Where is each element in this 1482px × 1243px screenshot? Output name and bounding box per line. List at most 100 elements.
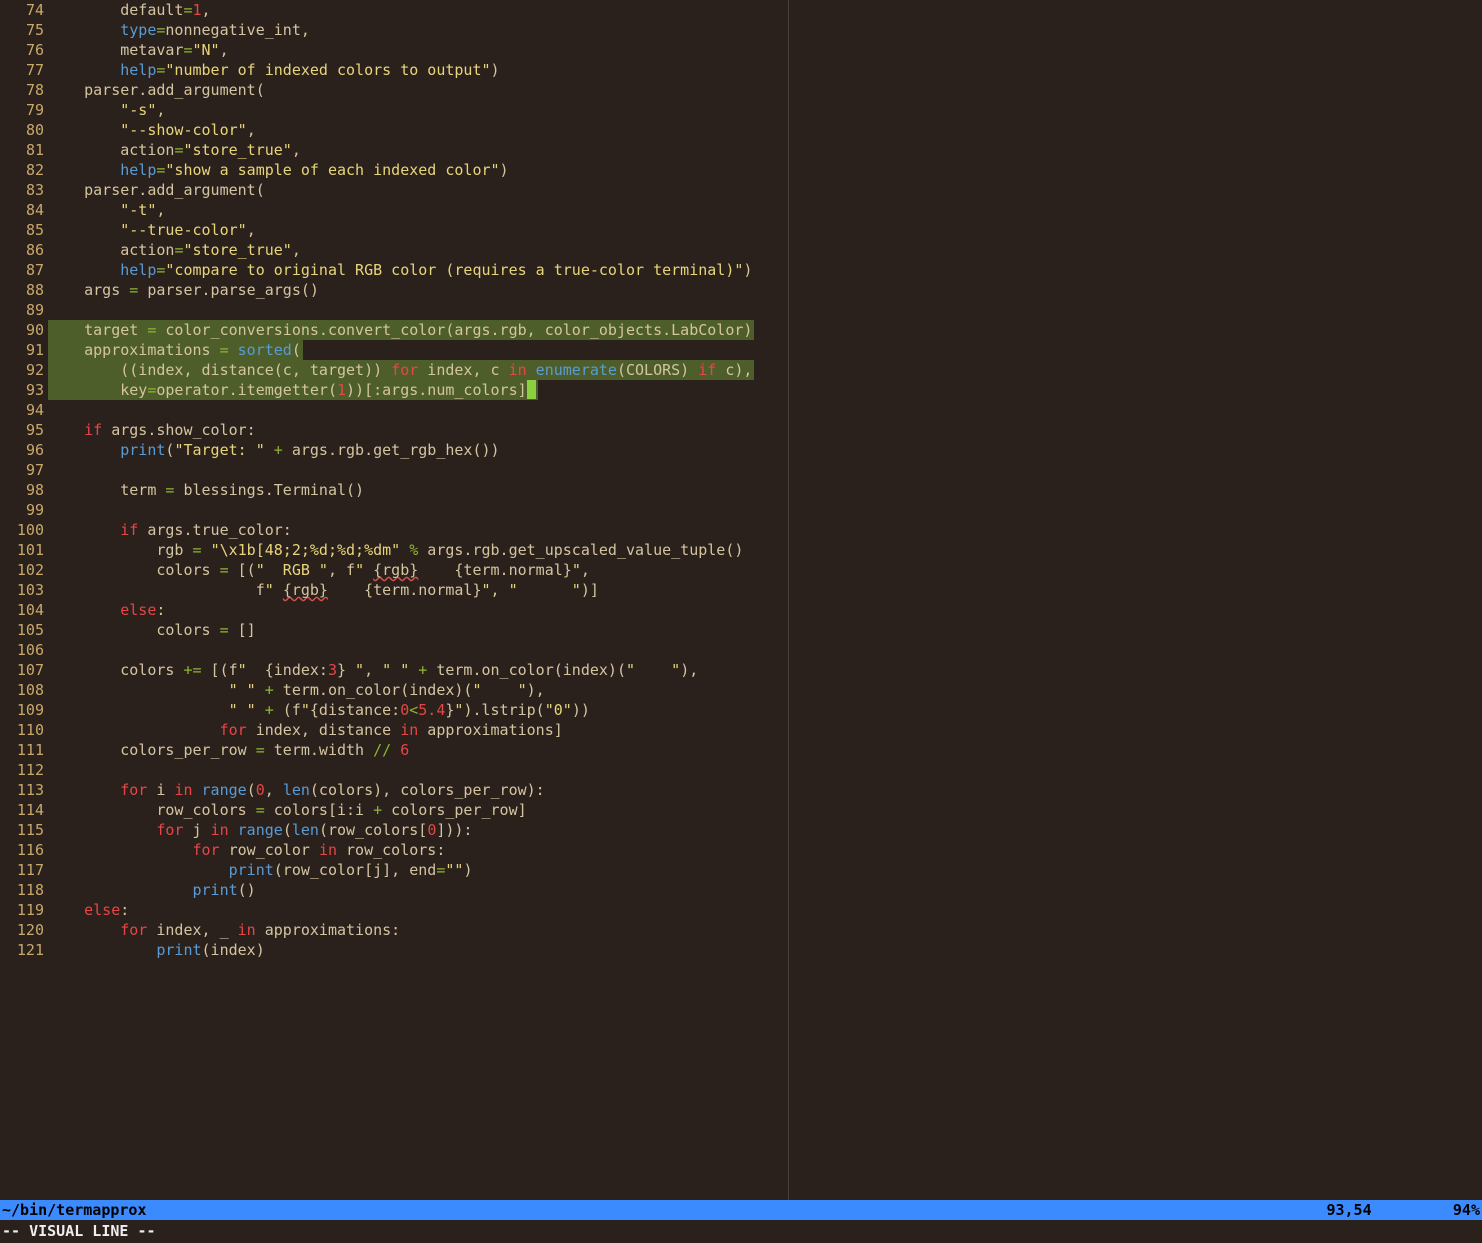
code-line[interactable]: print(row_color[j], end="") [48, 860, 1482, 880]
code-line[interactable]: " " + term.on_color(index)(" "), [48, 680, 1482, 700]
code-line[interactable]: for i in range(0, len(colors), colors_pe… [48, 780, 1482, 800]
code-line[interactable]: "-t", [48, 200, 1482, 220]
line-number: 90 [0, 320, 44, 340]
code-line[interactable]: parser.add_argument( [48, 80, 1482, 100]
line-number: 119 [0, 900, 44, 920]
code-line[interactable]: approximations = sorted( [48, 340, 1482, 360]
code-line[interactable]: colors = [] [48, 620, 1482, 640]
line-number: 95 [0, 420, 44, 440]
code-line[interactable]: colors = [(" RGB ", f" {rgb} {term.norma… [48, 560, 1482, 580]
line-number: 121 [0, 940, 44, 960]
line-number: 100 [0, 520, 44, 540]
line-number: 98 [0, 480, 44, 500]
line-number: 75 [0, 20, 44, 40]
status-file: ~/bin/termapprox [2, 1200, 1326, 1220]
code-line[interactable]: if args.true_color: [48, 520, 1482, 540]
code-line[interactable]: term = blessings.Terminal() [48, 480, 1482, 500]
line-number: 80 [0, 120, 44, 140]
line-number: 85 [0, 220, 44, 240]
line-number: 87 [0, 260, 44, 280]
line-number: 77 [0, 60, 44, 80]
vertical-split-bar[interactable] [788, 0, 789, 1200]
line-number: 118 [0, 880, 44, 900]
code-line[interactable]: type=nonnegative_int, [48, 20, 1482, 40]
line-number: 94 [0, 400, 44, 420]
code-line[interactable]: for index, _ in approximations: [48, 920, 1482, 940]
code-line[interactable]: " " + (f"{distance:0<5.4}").lstrip("0")) [48, 700, 1482, 720]
code-line[interactable]: colors += [(f" {index:3} ", " " + term.o… [48, 660, 1482, 680]
code-line[interactable]: args = parser.parse_args() [48, 280, 1482, 300]
code-line[interactable]: colors_per_row = term.width // 6 [48, 740, 1482, 760]
line-number: 111 [0, 740, 44, 760]
line-number: 74 [0, 0, 44, 20]
line-number: 109 [0, 700, 44, 720]
code-line[interactable] [48, 500, 1482, 520]
line-number: 78 [0, 80, 44, 100]
mode-indicator: -- VISUAL LINE -- [2, 1221, 156, 1241]
line-number: 103 [0, 580, 44, 600]
code-line[interactable]: key=operator.itemgetter(1))[:args.num_co… [48, 380, 1482, 400]
code-area[interactable]: default=1, type=nonnegative_int, metavar… [48, 0, 1482, 1200]
code-line[interactable]: help="compare to original RGB color (req… [48, 260, 1482, 280]
code-line[interactable]: ((index, distance(c, target)) for index,… [48, 360, 1482, 380]
line-number: 89 [0, 300, 44, 320]
code-line[interactable]: print() [48, 880, 1482, 900]
code-line[interactable] [48, 460, 1482, 480]
code-line[interactable]: parser.add_argument( [48, 180, 1482, 200]
line-number: 104 [0, 600, 44, 620]
line-number: 102 [0, 560, 44, 580]
code-line[interactable]: metavar="N", [48, 40, 1482, 60]
code-line[interactable]: "--true-color", [48, 220, 1482, 240]
line-number: 92 [0, 360, 44, 380]
line-number: 120 [0, 920, 44, 940]
line-number: 112 [0, 760, 44, 780]
line-number: 101 [0, 540, 44, 560]
cursor [527, 380, 536, 399]
code-line[interactable]: action="store_true", [48, 240, 1482, 260]
code-line[interactable]: row_colors = colors[i:i + colors_per_row… [48, 800, 1482, 820]
code-line[interactable]: f" {rgb} {term.normal}", " ")] [48, 580, 1482, 600]
code-line[interactable]: if args.show_color: [48, 420, 1482, 440]
line-number: 99 [0, 500, 44, 520]
status-percent: 94% [1453, 1200, 1480, 1220]
line-number: 84 [0, 200, 44, 220]
line-number: 91 [0, 340, 44, 360]
line-number: 108 [0, 680, 44, 700]
code-line[interactable]: print("Target: " + args.rgb.get_rgb_hex(… [48, 440, 1482, 460]
code-line[interactable]: help="number of indexed colors to output… [48, 60, 1482, 80]
line-number: 114 [0, 800, 44, 820]
code-line[interactable] [48, 760, 1482, 780]
code-line[interactable] [48, 300, 1482, 320]
code-line[interactable]: for index, distance in approximations] [48, 720, 1482, 740]
line-number: 116 [0, 840, 44, 860]
line-number: 83 [0, 180, 44, 200]
code-line[interactable]: else: [48, 600, 1482, 620]
line-number: 86 [0, 240, 44, 260]
line-number: 82 [0, 160, 44, 180]
code-line[interactable]: "-s", [48, 100, 1482, 120]
editor-pane[interactable]: 7475767778798081828384858687888990919293… [0, 0, 1482, 1200]
line-gutter: 7475767778798081828384858687888990919293… [0, 0, 48, 1200]
status-spacer [1372, 1200, 1453, 1220]
code-line[interactable]: rgb = "\x1b[48;2;%d;%d;%dm" % args.rgb.g… [48, 540, 1482, 560]
code-line[interactable]: for j in range(len(row_colors[0])): [48, 820, 1482, 840]
code-line[interactable]: action="store_true", [48, 140, 1482, 160]
code-line[interactable]: else: [48, 900, 1482, 920]
code-line[interactable] [48, 640, 1482, 660]
line-number: 115 [0, 820, 44, 840]
code-line[interactable]: for row_color in row_colors: [48, 840, 1482, 860]
status-cursor-pos: 93,54 [1326, 1200, 1371, 1220]
code-line[interactable]: help="show a sample of each indexed colo… [48, 160, 1482, 180]
code-line[interactable]: print(index) [48, 940, 1482, 960]
line-number: 88 [0, 280, 44, 300]
code-line[interactable]: target = color_conversions.convert_color… [48, 320, 1482, 340]
code-line[interactable] [48, 400, 1482, 420]
line-number: 106 [0, 640, 44, 660]
line-number: 105 [0, 620, 44, 640]
line-number: 79 [0, 100, 44, 120]
code-line[interactable]: "--show-color", [48, 120, 1482, 140]
code-line[interactable]: default=1, [48, 0, 1482, 20]
line-number: 93 [0, 380, 44, 400]
line-number: 107 [0, 660, 44, 680]
status-bar: ~/bin/termapprox 93,54 94% [0, 1200, 1482, 1220]
